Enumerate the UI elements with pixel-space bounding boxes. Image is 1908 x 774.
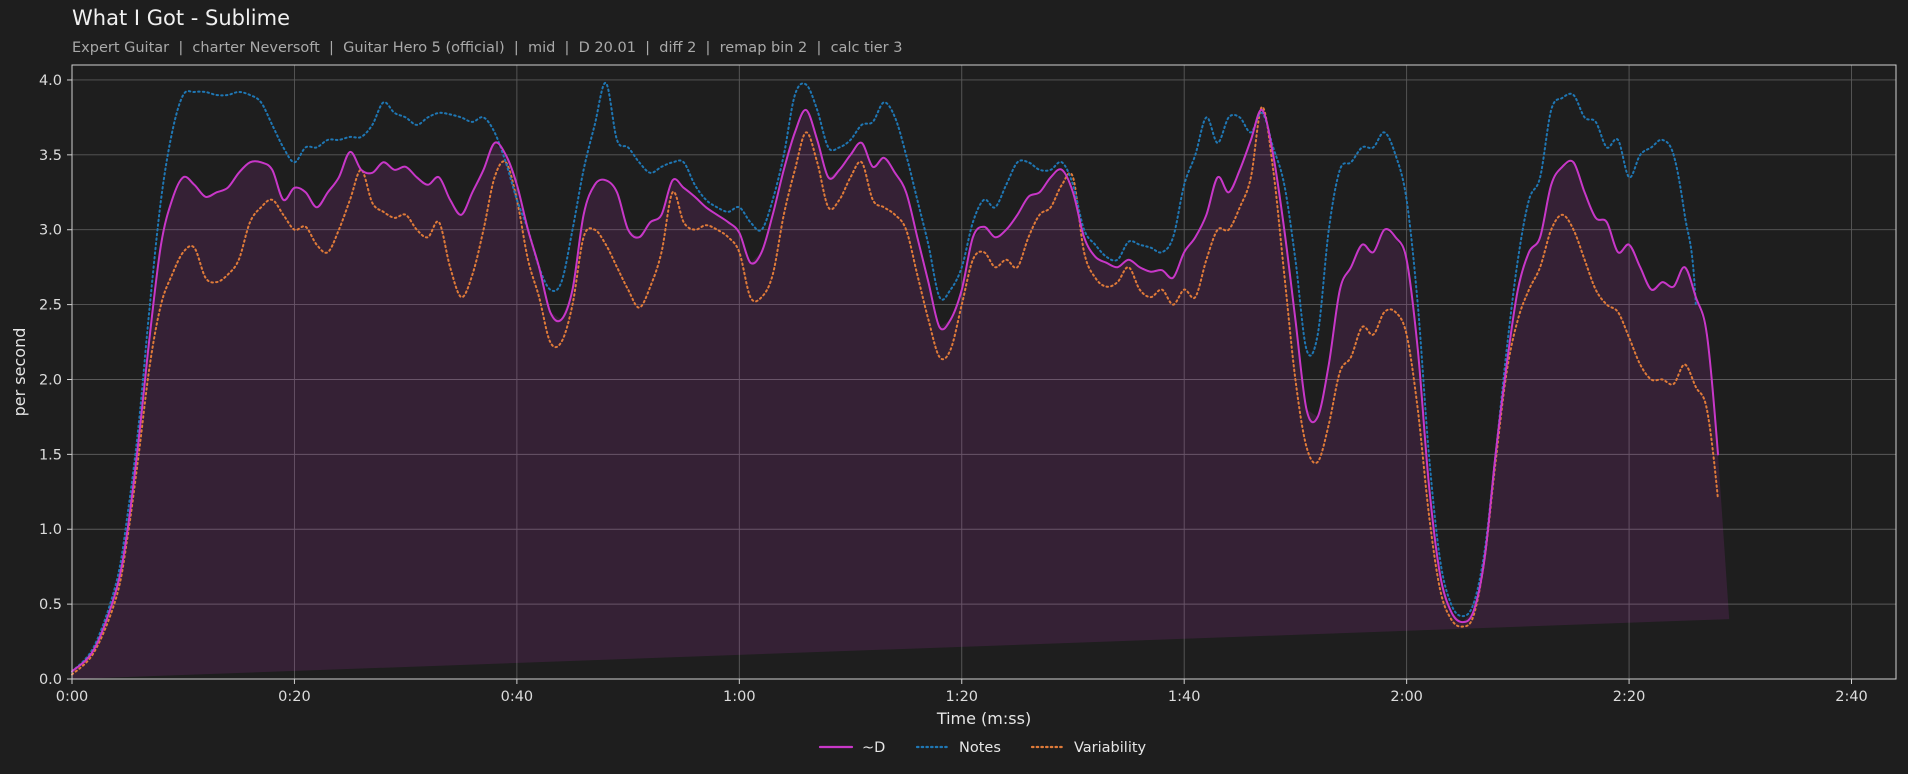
y-tick-label-1: 0.5 [39, 597, 62, 613]
x-tick-label-1: 0:20 [278, 689, 311, 705]
chart-canvas: 0:00 0:20 0:40 1:00 1:20 1:40 2:00 2:20 2:40 0.0… [10, 64, 1897, 756]
x-tick-label-8: 2:40 [1835, 689, 1868, 705]
y-axis-label: per second [10, 328, 29, 417]
y-tick-label-3: 1.5 [39, 447, 62, 463]
x-axis-ticks: 0:00 0:20 0:40 1:00 1:20 1:40 2:00 2:20 2:40 [56, 679, 1868, 705]
x-axis-label: Time (m:ss) [936, 709, 1031, 728]
y-tick-label-7: 3.5 [39, 148, 62, 164]
y-tick-label-5: 2.5 [39, 298, 62, 314]
legend: ~D Notes Variability [818, 740, 1147, 756]
x-tick-label-7: 2:20 [1613, 689, 1646, 705]
y-tick-label-6: 3.0 [39, 223, 62, 239]
y-axis-ticks: 0.0 0.5 1.0 1.5 2.0 2.5 3.0 3.5 4.0 [39, 73, 72, 688]
y-tick-label-4: 2.0 [39, 372, 62, 388]
y-tick-label-8: 4.0 [39, 73, 62, 89]
legend-label-2: Variability [1074, 740, 1147, 756]
legend-label-0: ~D [862, 740, 885, 756]
y-tick-label-0: 0.0 [39, 672, 62, 688]
x-tick-label-6: 2:00 [1390, 689, 1423, 705]
x-tick-label-5: 1:40 [1168, 689, 1201, 705]
legend-label-1: Notes [959, 740, 1001, 756]
x-tick-label-2: 0:40 [501, 689, 534, 705]
x-tick-label-4: 1:20 [945, 689, 978, 705]
x-tick-label-3: 1:00 [723, 689, 756, 705]
x-tick-label-0: 0:00 [56, 689, 89, 705]
y-tick-label-2: 1.0 [39, 522, 62, 538]
